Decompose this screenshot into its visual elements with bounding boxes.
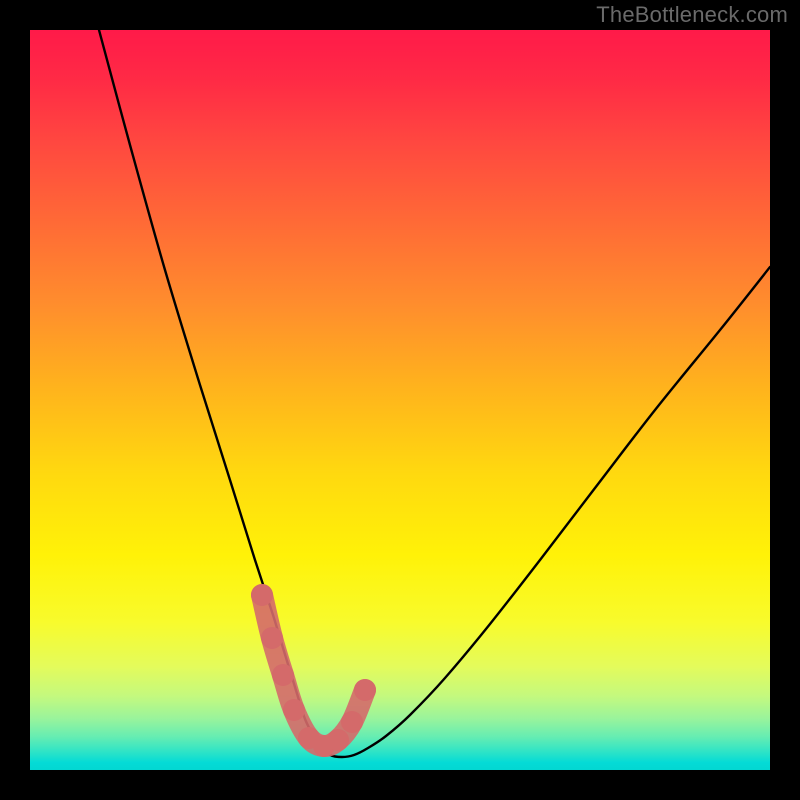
chart-frame: TheBottleneck.com [0, 0, 800, 800]
bottleneck-curve [99, 30, 770, 757]
marker-dot [272, 664, 294, 686]
marker-dot [327, 729, 349, 751]
marker-dot [283, 699, 305, 721]
curve-svg [30, 30, 770, 770]
watermark-text: TheBottleneck.com [596, 2, 788, 28]
marker-dot [354, 679, 376, 701]
marker-dot [341, 711, 363, 733]
marker-dot [251, 584, 273, 606]
marker-cluster [251, 584, 376, 757]
marker-dot [261, 627, 283, 649]
plot-area [30, 30, 770, 770]
